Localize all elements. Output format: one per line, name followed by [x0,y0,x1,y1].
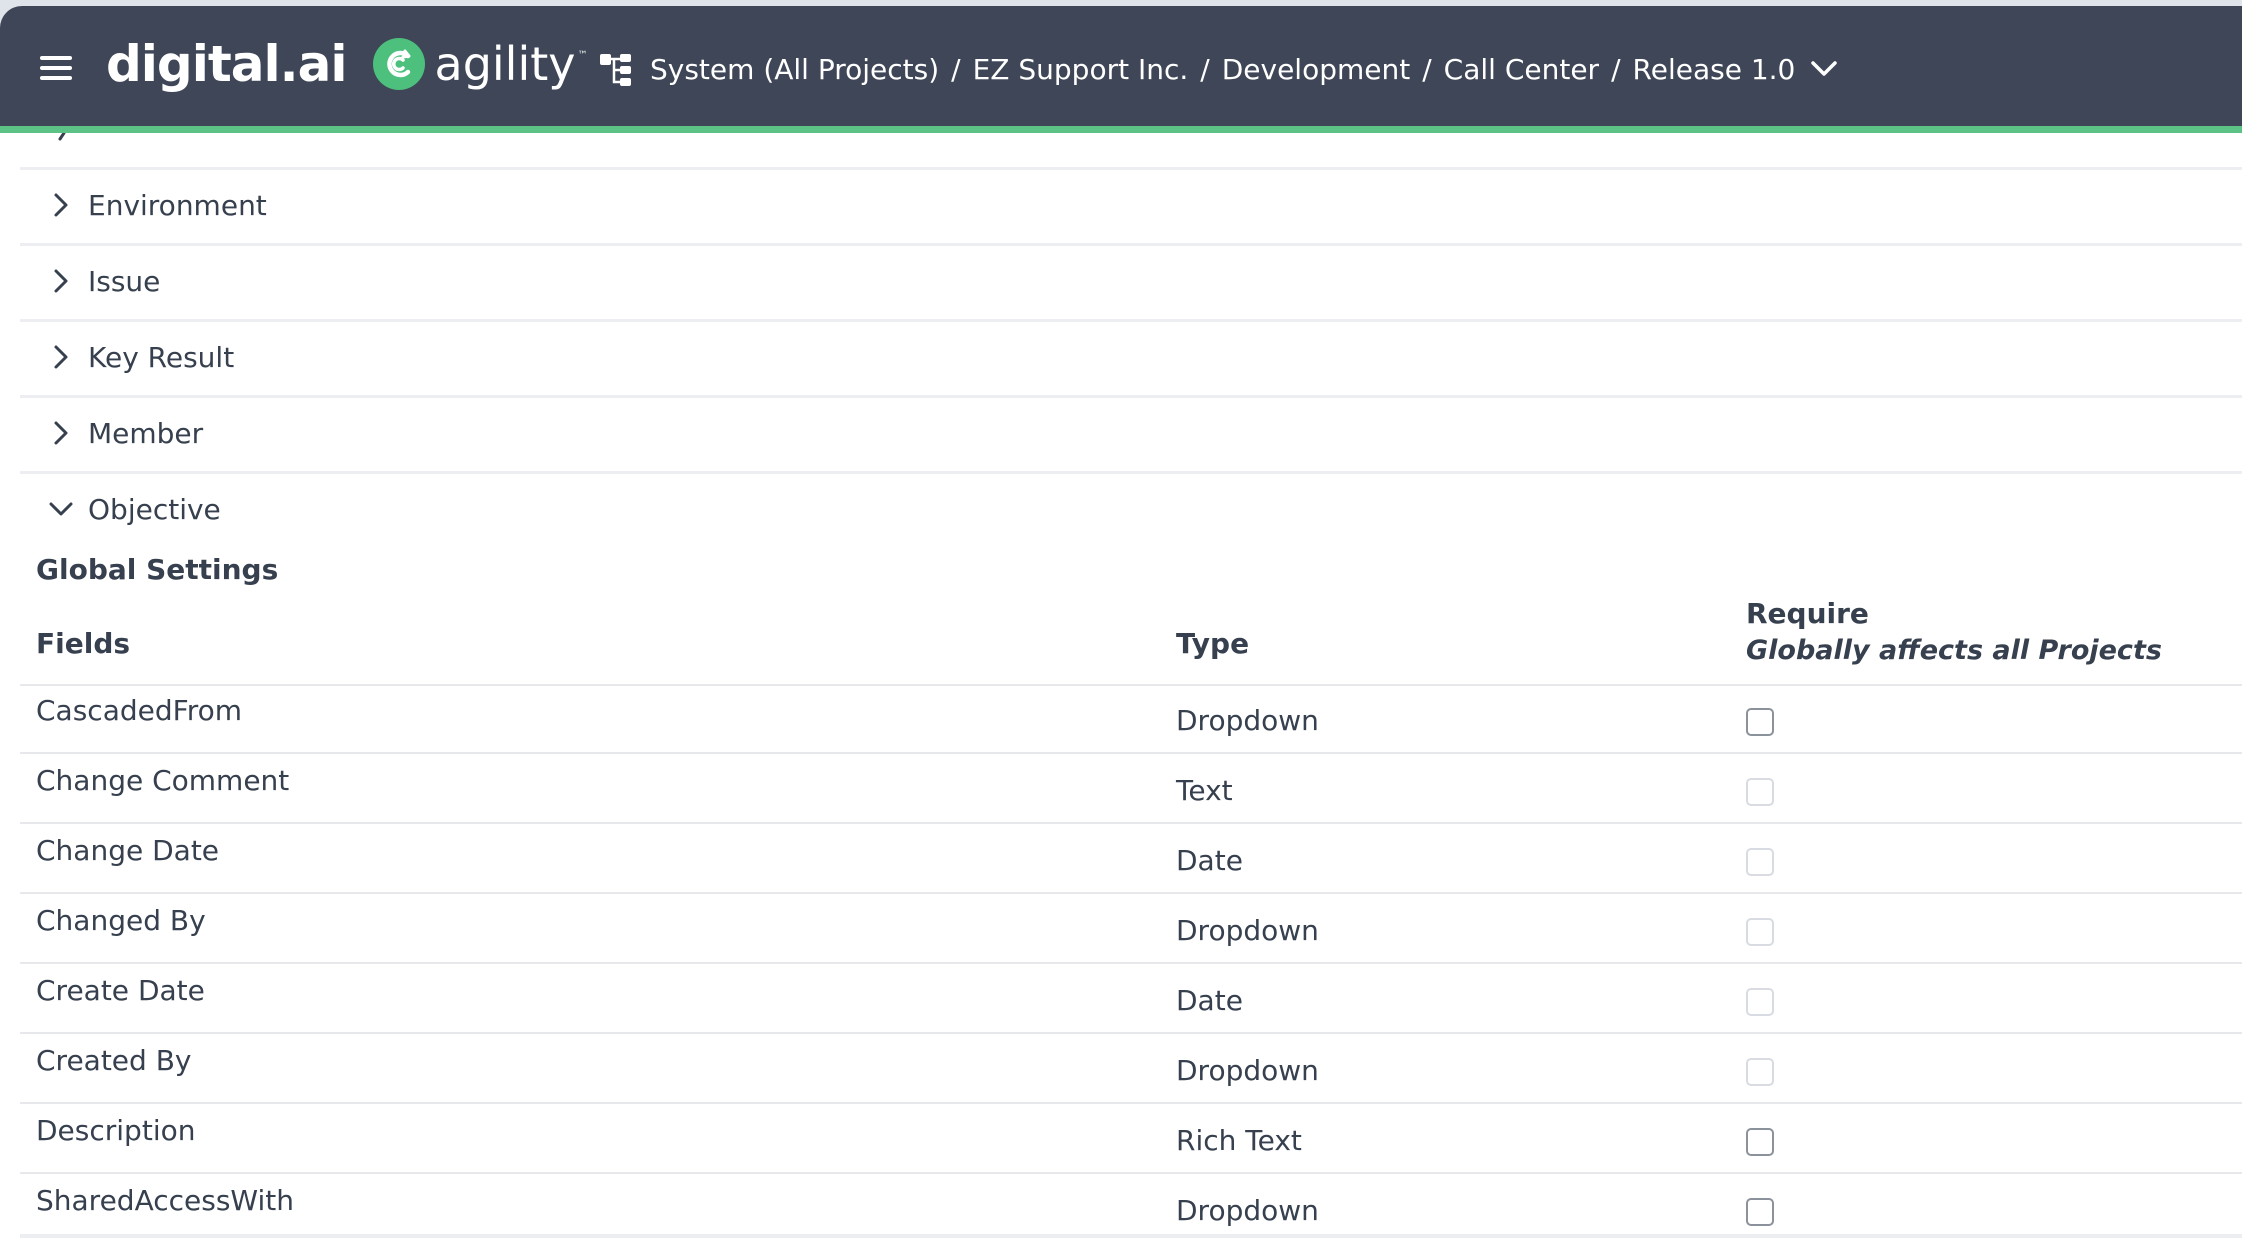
field-type: Dropdown [1176,1194,1319,1227]
table-row: Change Date Date [20,824,2242,894]
table-row: Description Rich Text [20,1104,2242,1174]
require-checkbox[interactable] [1746,1058,1774,1086]
column-header-require-note: Globally affects all Projects [1746,635,2162,666]
field-name: Description [36,1114,196,1147]
fields-table-header: Fields Type Require Globally affects all… [20,597,2242,686]
table-row: Changed By Dropdown [20,894,2242,964]
require-checkbox[interactable] [1746,848,1774,876]
section-label: Objective [88,492,221,526]
table-row: SharedAccessWith Dropdown [20,1174,2242,1242]
header-accent-bar [0,126,2242,133]
require-checkbox[interactable] [1746,1198,1774,1226]
chevron-right-icon [54,345,68,369]
field-type: Date [1176,844,1243,877]
require-checkbox[interactable] [1746,918,1774,946]
project-dropdown-chevron-down-icon[interactable] [1809,54,1839,84]
table-row: Create Date Date [20,964,2242,1034]
column-header-fields: Fields [36,627,131,660]
top-navigation-bar: digital.ai agility ™ System (All Project… [0,6,2242,126]
field-name: Created By [36,1044,192,1077]
section-label: Environment [88,188,267,222]
hamburger-menu-icon[interactable] [40,56,72,80]
project-tree-icon[interactable] [598,51,634,87]
breadcrumb-separator: / [1200,52,1210,86]
chevron-down-icon [49,502,73,516]
field-type: Dropdown [1176,914,1319,947]
column-header-require: Require [1746,597,1869,630]
project-breadcrumb: System (All Projects) / EZ Support Inc. … [598,42,1839,96]
section-objective[interactable]: Objective [20,471,2242,544]
breadcrumb-call-center[interactable]: Call Center [1444,53,1599,86]
section-label: Issue [88,264,161,298]
field-type: Text [1176,774,1233,807]
table-row: CascadedFrom Dropdown [20,684,2242,754]
field-name: Create Date [36,974,205,1007]
agility-logo-text: agility [434,37,576,91]
table-row: Created By Dropdown [20,1034,2242,1104]
chevron-right-icon [54,193,68,217]
field-name: CascadedFrom [36,694,242,727]
breadcrumb-system[interactable]: System (All Projects) [650,53,939,86]
table-row: Change Comment Text [20,754,2242,824]
field-type: Rich Text [1176,1124,1302,1157]
chevron-right-icon [54,269,68,293]
global-settings-heading: Global Settings [36,553,279,586]
settings-content: Environment Issue Key Result Member Obje [20,133,2242,1252]
field-name: Changed By [36,904,206,937]
trademark-symbol: ™ [577,50,588,61]
field-type: Dropdown [1176,704,1319,737]
agility-logo-icon [372,38,425,90]
require-checkbox[interactable] [1746,1128,1774,1156]
field-type: Dropdown [1176,1054,1319,1087]
chevron-right-icon [54,421,68,445]
field-type: Date [1176,984,1243,1017]
breadcrumb-release[interactable]: Release 1.0 [1633,53,1796,86]
breadcrumb-separator: / [1422,52,1432,86]
breadcrumb-separator: / [951,52,961,86]
column-header-type: Type [1176,627,1250,660]
require-checkbox[interactable] [1746,778,1774,806]
require-checkbox[interactable] [1746,988,1774,1016]
section-member[interactable]: Member [20,395,2242,468]
field-name: SharedAccessWith [36,1184,295,1217]
digital-ai-logo-text: digital.ai [106,35,348,93]
breadcrumb-separator: / [1611,52,1621,86]
section-key-result[interactable]: Key Result [20,319,2242,392]
table-bottom-divider [20,1234,2242,1238]
breadcrumb-ez-support[interactable]: EZ Support Inc. [973,53,1189,86]
section-label: Key Result [88,340,235,374]
field-name: Change Comment [36,764,290,797]
require-checkbox[interactable] [1746,708,1774,736]
section-label: Member [88,416,204,450]
product-logo[interactable]: digital.ai agility ™ [106,32,588,96]
field-name: Change Date [36,834,220,867]
chevron-icon [58,133,66,141]
section-issue[interactable]: Issue [20,243,2242,316]
section-environment[interactable]: Environment [20,167,2242,240]
breadcrumb-development[interactable]: Development [1222,53,1411,86]
app-window: digital.ai agility ™ System (All Project… [0,6,2242,1252]
